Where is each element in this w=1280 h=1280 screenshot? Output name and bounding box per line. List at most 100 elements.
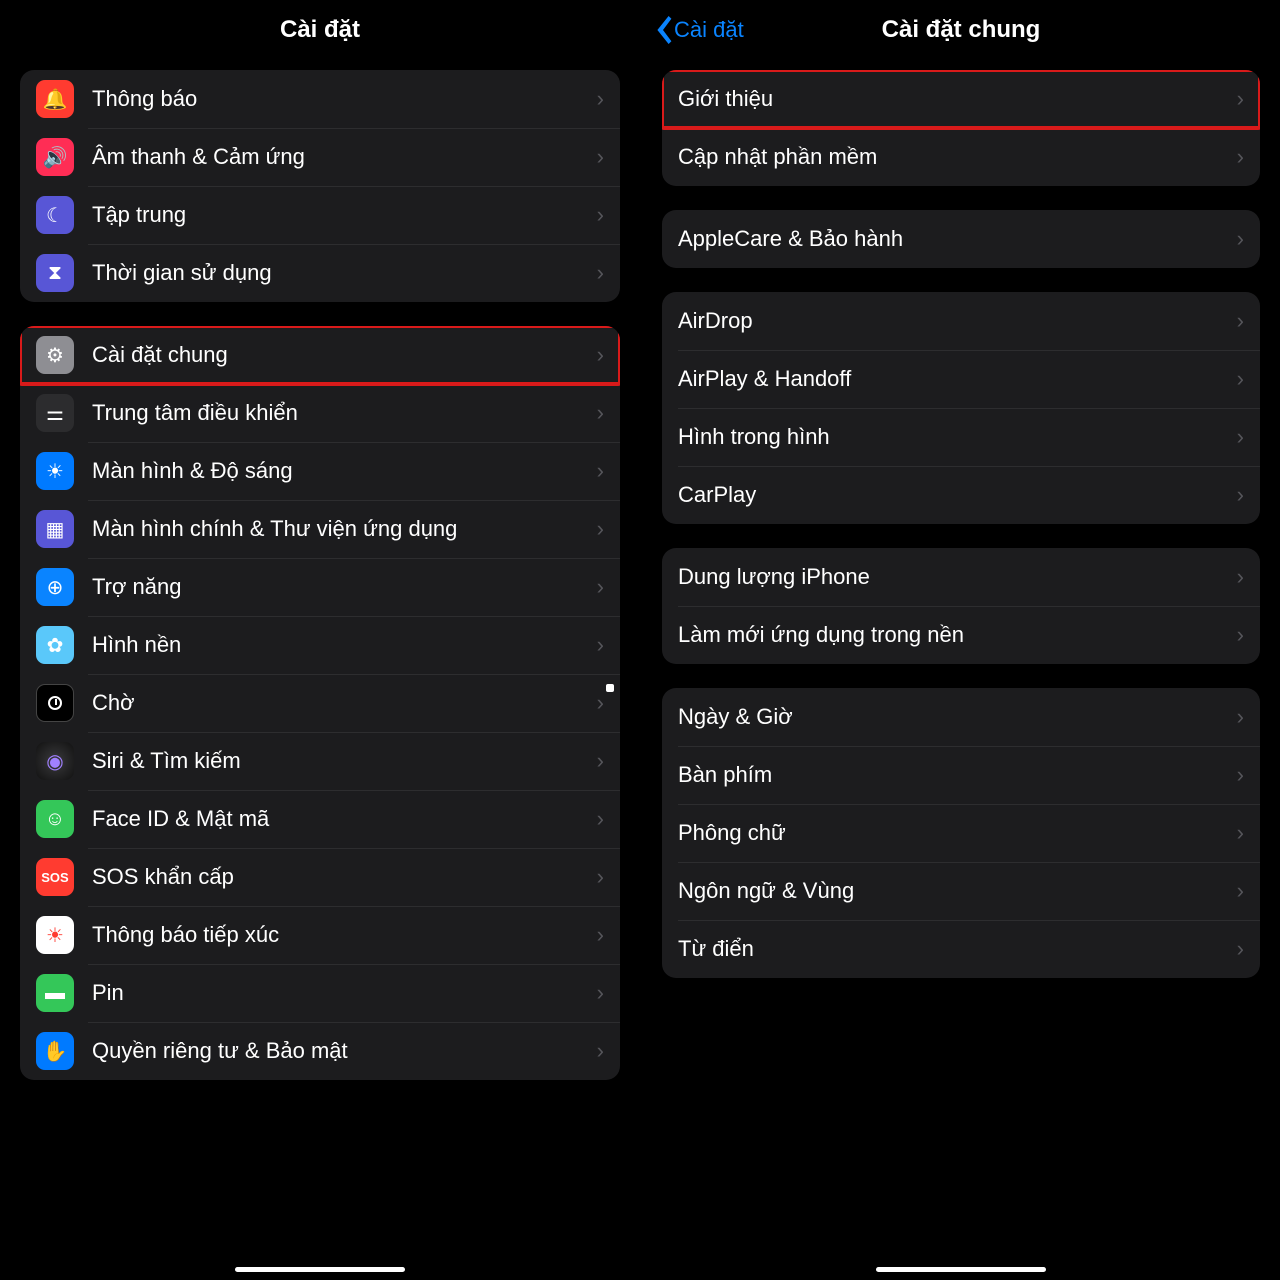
chevron-right-icon: › <box>1237 144 1244 170</box>
general-list: Giới thiệu›Cập nhật phần mềm›AppleCare &… <box>642 60 1280 1018</box>
row-faceid[interactable]: ☺Face ID & Mật mã› <box>20 790 620 848</box>
row-controlcenter[interactable]: ⚌Trung tâm điều khiển› <box>20 384 620 442</box>
row-label: Trung tâm điều khiển <box>92 400 597 426</box>
row-softwareupdate[interactable]: Cập nhật phần mềm› <box>662 128 1260 186</box>
settings-screen: Cài đặt 🔔Thông báo›🔊Âm thanh & Cảm ứng›☾… <box>0 0 640 1280</box>
faceid-icon: ☺ <box>36 800 74 838</box>
grid-icon: ▦ <box>36 510 74 548</box>
row-label: Tập trung <box>92 202 597 228</box>
row-label: Cập nhật phần mềm <box>678 144 1237 170</box>
row-display[interactable]: ☀Màn hình & Độ sáng› <box>20 442 620 500</box>
chevron-right-icon: › <box>597 202 604 228</box>
row-exposure[interactable]: ☀Thông báo tiếp xúc› <box>20 906 620 964</box>
chevron-right-icon: › <box>1237 622 1244 648</box>
row-label: Ngôn ngữ & Vùng <box>678 878 1237 904</box>
hand-icon: ✋ <box>36 1032 74 1070</box>
chevron-right-icon: › <box>597 632 604 658</box>
row-focus[interactable]: ☾Tập trung› <box>20 186 620 244</box>
row-applecare[interactable]: AppleCare & Bảo hành› <box>662 210 1260 268</box>
row-datetime[interactable]: Ngày & Giờ› <box>662 688 1260 746</box>
row-accessibility[interactable]: ⊕ Trợ năng› <box>20 558 620 616</box>
row-homescreen[interactable]: ▦ Màn hình chính & Thư viện ứng dụng› <box>20 500 620 558</box>
row-label: AirDrop <box>678 308 1237 334</box>
chevron-right-icon: › <box>597 574 604 600</box>
gear-icon: ⚙ <box>36 336 74 374</box>
clock-icon <box>36 684 74 722</box>
row-label: Chờ <box>92 690 597 716</box>
row-sos[interactable]: SOS SOS khẩn cấp› <box>20 848 620 906</box>
row-keyboard[interactable]: Bàn phím› <box>662 746 1260 804</box>
chevron-right-icon: › <box>597 748 604 774</box>
row-privacy[interactable]: ✋Quyền riêng tư & Bảo mật› <box>20 1022 620 1080</box>
accessibility-icon: ⊕ <box>36 568 74 606</box>
row-label: AirPlay & Handoff <box>678 366 1237 392</box>
row-language[interactable]: Ngôn ngữ & Vùng› <box>662 862 1260 920</box>
settings-group: ⚙Cài đặt chung›⚌Trung tâm điều khiển›☀Mà… <box>20 326 620 1080</box>
page-title: Cài đặt chung <box>882 16 1041 44</box>
general-settings-screen: Cài đặt Cài đặt chung Giới thiệu›Cập nhậ… <box>640 0 1280 1280</box>
row-battery[interactable]: ▬Pin› <box>20 964 620 1022</box>
row-dictionary[interactable]: Từ điển› <box>662 920 1260 978</box>
home-indicator[interactable] <box>876 1267 1046 1272</box>
row-about[interactable]: Giới thiệu› <box>662 70 1260 128</box>
chevron-right-icon: › <box>1237 820 1244 846</box>
row-general[interactable]: ⚙Cài đặt chung› <box>20 326 620 384</box>
speaker-icon: 🔊 <box>36 138 74 176</box>
row-label: Hình trong hình <box>678 424 1237 450</box>
row-label: SOS khẩn cấp <box>92 864 597 890</box>
chevron-right-icon: › <box>597 516 604 542</box>
toggles-icon: ⚌ <box>36 394 74 432</box>
row-label: Giới thiệu <box>678 86 1237 112</box>
nav-bar: Cài đặt <box>0 0 640 60</box>
chevron-right-icon: › <box>1237 564 1244 590</box>
settings-group: AppleCare & Bảo hành› <box>662 210 1260 268</box>
row-standby[interactable]: Chờ› <box>20 674 620 732</box>
chevron-right-icon: › <box>597 806 604 832</box>
row-screentime[interactable]: ⧗Thời gian sử dụng› <box>20 244 620 302</box>
row-label: Pin <box>92 980 597 1006</box>
home-indicator[interactable] <box>235 1267 405 1272</box>
row-label: Dung lượng iPhone <box>678 564 1237 590</box>
row-airdrop[interactable]: AirDrop› <box>662 292 1260 350</box>
row-sounds[interactable]: 🔊Âm thanh & Cảm ứng› <box>20 128 620 186</box>
row-siri[interactable]: ◉ Siri & Tìm kiếm› <box>20 732 620 790</box>
chevron-right-icon: › <box>1237 308 1244 334</box>
chevron-right-icon: › <box>597 260 604 286</box>
row-label: Hình nền <box>92 632 597 658</box>
chevron-right-icon: › <box>597 458 604 484</box>
row-label: Làm mới ứng dụng trong nền <box>678 622 1237 648</box>
row-label: AppleCare & Bảo hành <box>678 226 1237 252</box>
row-label: Trợ năng <box>92 574 597 600</box>
row-label: Thông báo <box>92 86 597 112</box>
settings-group: AirDrop›AirPlay & Handoff›Hình trong hìn… <box>662 292 1260 524</box>
back-label: Cài đặt <box>674 17 744 43</box>
back-button[interactable]: Cài đặt <box>654 16 744 44</box>
chevron-right-icon: › <box>597 864 604 890</box>
chevron-right-icon: › <box>1237 226 1244 252</box>
row-wallpaper[interactable]: ✿Hình nền› <box>20 616 620 674</box>
row-label: Phông chữ <box>678 820 1237 846</box>
row-label: Quyền riêng tư & Bảo mật <box>92 1038 597 1064</box>
settings-list: 🔔Thông báo›🔊Âm thanh & Cảm ứng›☾Tập trun… <box>0 60 640 1120</box>
row-airplay[interactable]: AirPlay & Handoff› <box>662 350 1260 408</box>
settings-group: Dung lượng iPhone›Làm mới ứng dụng trong… <box>662 548 1260 664</box>
chevron-right-icon: › <box>1237 424 1244 450</box>
row-label: Màn hình chính & Thư viện ứng dụng <box>92 516 597 542</box>
chevron-right-icon: › <box>597 86 604 112</box>
row-notifications[interactable]: 🔔Thông báo› <box>20 70 620 128</box>
row-fonts[interactable]: Phông chữ› <box>662 804 1260 862</box>
row-pip[interactable]: Hình trong hình› <box>662 408 1260 466</box>
hourglass-icon: ⧗ <box>36 254 74 292</box>
row-storage[interactable]: Dung lượng iPhone› <box>662 548 1260 606</box>
chevron-left-icon <box>654 16 672 44</box>
exposure-icon: ☀ <box>36 916 74 954</box>
siri-icon: ◉ <box>36 742 74 780</box>
sos-icon: SOS <box>36 858 74 896</box>
row-carplay[interactable]: CarPlay› <box>662 466 1260 524</box>
chevron-right-icon: › <box>1237 878 1244 904</box>
row-label: Thông báo tiếp xúc <box>92 922 597 948</box>
row-backgroundrefresh[interactable]: Làm mới ứng dụng trong nền› <box>662 606 1260 664</box>
chevron-right-icon: › <box>1237 482 1244 508</box>
row-label: Siri & Tìm kiếm <box>92 748 597 774</box>
chevron-right-icon: › <box>1237 936 1244 962</box>
